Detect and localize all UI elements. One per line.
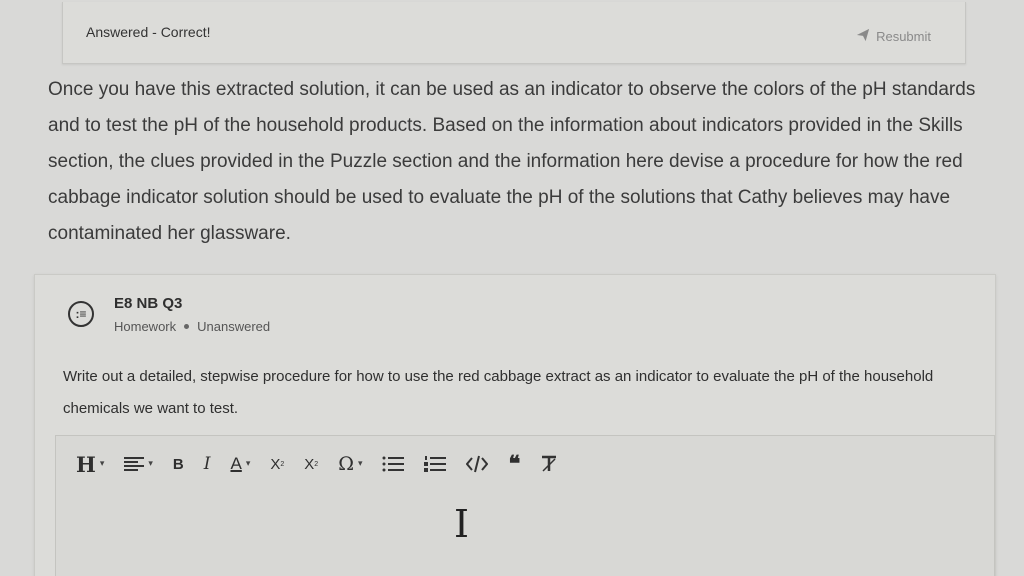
question-type-icon: :≡ [68,301,94,327]
prompt-text: Once you have this extracted solution, i… [48,79,976,244]
subscript-button[interactable]: X2 [270,449,284,479]
answer-editor[interactable]: H ▾ ▾ B I A ▾ X2 X2 Ω ▾ ❝ I [55,435,995,576]
separator-dot [184,324,190,329]
editor-toolbar: H ▾ ▾ B I A ▾ X2 X2 Ω ▾ ❝ [56,436,994,492]
question-title: E8 NB Q3 [114,295,183,312]
question-body: Write out a detailed, stepwise procedure… [63,368,934,417]
superscript-button[interactable]: X2 [304,449,318,479]
code-button[interactable] [466,449,489,479]
question-type: Homework [114,319,177,334]
special-character-dropdown[interactable]: Ω ▾ [338,449,362,479]
clear-format-button[interactable] [540,449,558,479]
clear-format-icon [540,455,558,473]
numbered-list-icon [424,456,447,472]
italic-button[interactable]: I [204,449,211,479]
answer-status: Answered - Correct! [86,24,211,40]
resubmit-button[interactable]: Resubmit [856,28,931,45]
align-dropdown[interactable]: ▾ [124,449,153,479]
bullet-list-button[interactable] [382,449,405,479]
blockquote-button[interactable]: ❝ [508,449,520,479]
bold-button[interactable]: B [173,449,184,479]
text-color-dropdown[interactable]: A ▾ [230,449,250,479]
question-card: :≡ E8 NB Q3 Homework Unanswered Write ou… [34,274,996,576]
question-status: Unanswered [197,319,271,334]
heading-dropdown[interactable]: H ▾ [76,449,104,479]
question-meta: Homework Unanswered [114,319,270,334]
bullet-list-icon [382,456,405,472]
send-icon [856,28,870,45]
code-icon [466,455,489,473]
align-icon [124,456,145,472]
text-cursor-icon: I [454,502,470,546]
numbered-list-button[interactable] [424,449,447,479]
resubmit-label: Resubmit [876,29,931,44]
answer-status-card: Answered - Correct! Resubmit [62,2,966,64]
